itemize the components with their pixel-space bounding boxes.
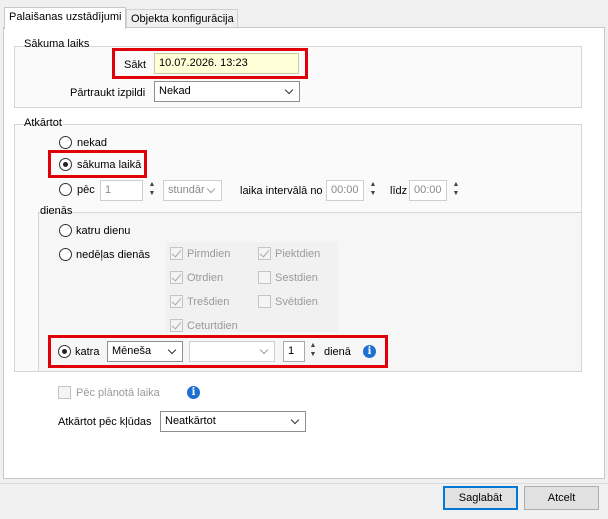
checkbox-sunday[interactable] bbox=[258, 295, 271, 308]
checkbox-thursday[interactable] bbox=[170, 319, 183, 332]
radio-never[interactable] bbox=[59, 136, 72, 149]
checkbox-after-planned[interactable] bbox=[58, 386, 71, 399]
interval-to-input[interactable]: 00:00 bbox=[409, 180, 447, 201]
highlight-start bbox=[112, 48, 308, 79]
tab-label: Palaišanas uzstādījumi bbox=[9, 11, 122, 23]
spin-up-icon[interactable]: ▲ bbox=[449, 180, 463, 189]
repeat-group-title: Atkārtot bbox=[24, 117, 62, 129]
radio-weekdays[interactable] bbox=[59, 248, 72, 261]
highlight-at-start bbox=[48, 150, 147, 178]
checkbox-wednesday[interactable] bbox=[170, 295, 183, 308]
after-count-input[interactable]: 1 bbox=[100, 180, 143, 201]
checkbox-saturday-label: Sestdien bbox=[275, 272, 318, 284]
radio-weekdays-label: nedēļas dienās bbox=[76, 249, 151, 261]
start-time-group-title: Sākuma laiks bbox=[24, 38, 90, 50]
interval-from-spinner[interactable]: ▲ ▼ bbox=[366, 180, 380, 201]
tab-label: Objekta konfigurācija bbox=[131, 13, 234, 25]
retry-after-error-label: Atkārtot pēc kļūdas bbox=[58, 416, 152, 428]
radio-every-day[interactable] bbox=[59, 224, 72, 237]
spin-up-icon[interactable]: ▲ bbox=[145, 180, 159, 189]
retry-after-error-value: Neatkārtot bbox=[165, 415, 216, 427]
interval-to-label: līdz bbox=[390, 185, 408, 197]
spin-down-icon[interactable]: ▼ bbox=[366, 189, 380, 198]
checkbox-friday-label: Piektdien bbox=[275, 248, 321, 260]
after-count-spinner[interactable]: ▲ ▼ bbox=[145, 180, 159, 201]
checkbox-wednesday-label: Trešdien bbox=[187, 296, 230, 308]
checkbox-tuesday[interactable] bbox=[170, 271, 183, 284]
checkbox-tuesday-label: Otrdien bbox=[187, 272, 224, 284]
interval-from-label: laika intervālā no bbox=[240, 185, 323, 197]
checkbox-thursday-label: Ceturtdien bbox=[187, 320, 238, 332]
chevron-down-icon bbox=[284, 82, 296, 101]
checkbox-after-planned-label: Pēc plānotā laika bbox=[76, 387, 160, 399]
chevron-down-icon bbox=[290, 412, 302, 431]
checkbox-sunday-label: Svētdien bbox=[275, 296, 318, 308]
radio-after-label: pēc bbox=[77, 184, 95, 196]
checkbox-friday[interactable] bbox=[258, 247, 271, 260]
radio-after[interactable] bbox=[59, 183, 72, 196]
cancel-button[interactable]: Atcelt bbox=[524, 486, 599, 510]
chevron-down-icon bbox=[206, 181, 218, 200]
radio-never-label: nekad bbox=[77, 137, 107, 149]
checkbox-monday[interactable] bbox=[170, 247, 183, 260]
tab-launch-settings[interactable]: Palaišanas uzstādījumi bbox=[4, 7, 126, 29]
tab-object-configuration[interactable]: Objekta konfigurācija bbox=[126, 9, 238, 29]
interval-from-input[interactable]: 00:00 bbox=[326, 180, 364, 201]
interval-to-spinner[interactable]: ▲ ▼ bbox=[449, 180, 463, 201]
spin-down-icon[interactable]: ▼ bbox=[449, 189, 463, 198]
highlight-each bbox=[48, 335, 388, 368]
checkbox-monday-label: Pirmdien bbox=[187, 248, 231, 260]
info-icon[interactable]: i bbox=[187, 386, 200, 399]
radio-every-day-label: katru dienu bbox=[76, 225, 131, 237]
spin-up-icon[interactable]: ▲ bbox=[366, 180, 380, 189]
checkbox-saturday[interactable] bbox=[258, 271, 271, 284]
save-button[interactable]: Saglabāt bbox=[443, 486, 518, 510]
footer-divider bbox=[0, 483, 608, 484]
spin-down-icon[interactable]: ▼ bbox=[145, 189, 159, 198]
days-group-title: dienās bbox=[40, 205, 73, 217]
stop-execution-value: Nekad bbox=[159, 85, 191, 97]
retry-after-error-select[interactable]: Neatkārtot bbox=[160, 411, 306, 432]
after-unit-select[interactable]: stundār bbox=[163, 180, 222, 201]
stop-execution-select[interactable]: Nekad bbox=[154, 81, 300, 102]
after-unit-value: stundār bbox=[168, 184, 205, 196]
stop-execution-label: Pārtraukt izpildi bbox=[70, 87, 146, 99]
